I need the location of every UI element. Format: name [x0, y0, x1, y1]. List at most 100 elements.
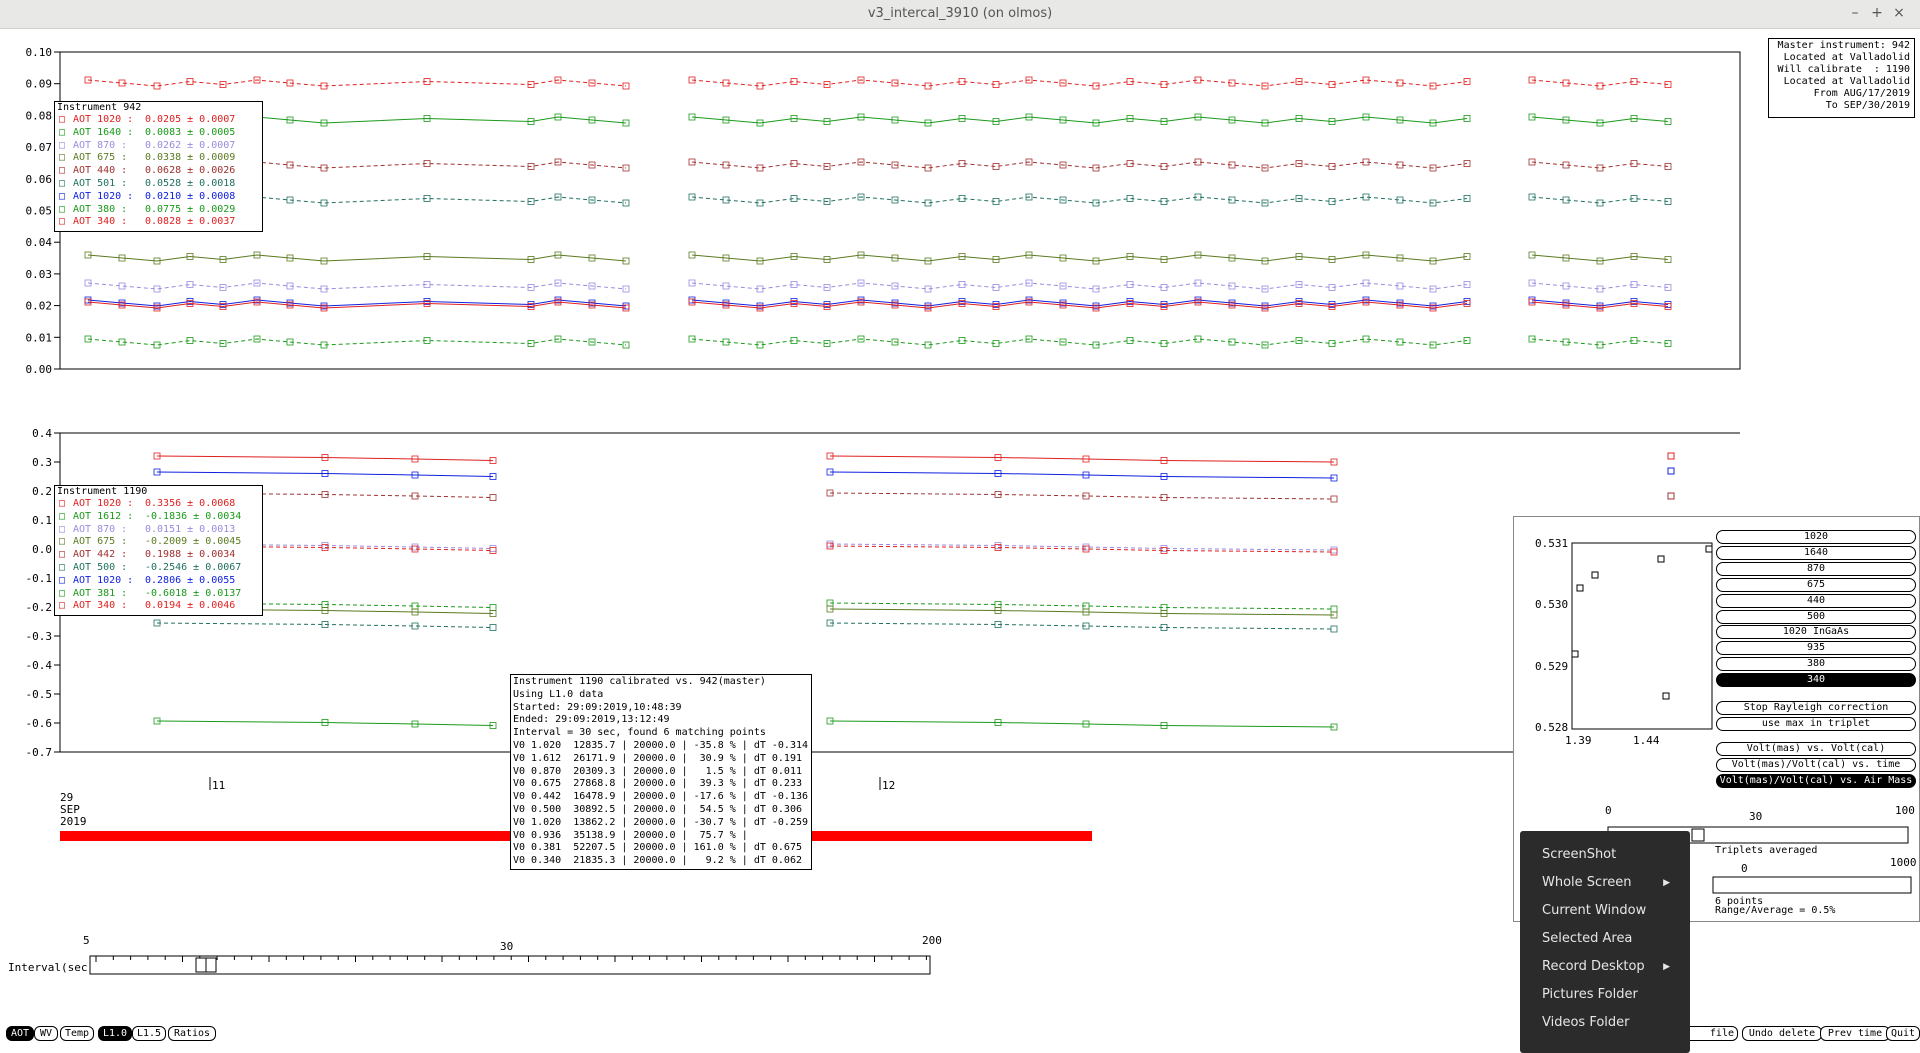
legend-marker-icon: □ [59, 561, 66, 573]
prev-time-button[interactable]: Prev time [1820, 1026, 1890, 1041]
use-max-triplet-button[interactable]: use max in triplet [1716, 717, 1916, 731]
legend-marker-icon: □ [59, 126, 66, 138]
interval-slider[interactable]: 5 30 200 Interval(sec) [8, 934, 942, 975]
menu-item-videos-folder[interactable]: Videos Folder [1542, 1012, 1682, 1034]
y-tick-label: 0.08 [26, 109, 53, 122]
mode-ratio-vs-airmass-button[interactable]: Volt(mas)/Volt(cal) vs. Air Mass [1716, 774, 1916, 788]
legend-marker-icon: □ [59, 114, 66, 125]
y-tick-label: 0.03 [26, 268, 53, 281]
y-tick-label: -0.6 [26, 717, 53, 730]
wavelength-button[interactable]: 870 [1716, 561, 1916, 576]
legend-marker-icon: □ [59, 600, 66, 612]
legend-label: AOT 340 : [73, 600, 128, 612]
legend-entry: □ AOT 381 : -0.6018 ± 0.0137 [55, 588, 262, 601]
y-tick-label: -0.5 [26, 688, 53, 701]
menu-item-selected-area[interactable]: Selected Area [1542, 928, 1682, 950]
legend-entry: □ AOT 501 : 0.0528 ± 0.0018 [55, 178, 262, 191]
legend-entry: □ AOT 500 : -0.2546 ± 0.0067 [55, 562, 262, 575]
mini-plot-ytick: 0.528 [1535, 721, 1568, 734]
wavelength-button[interactable]: 1640 [1716, 545, 1916, 560]
menu-item-screenshot[interactable]: ScreenShot [1542, 844, 1682, 866]
legend-marker-icon: □ [59, 523, 66, 535]
calibration-line: Instrument 1190 calibrated vs. 942(maste… [513, 676, 766, 687]
l15-button[interactable]: L1.5 [132, 1026, 166, 1041]
legend-value: 0.2806 ± 0.0055 [145, 574, 236, 586]
legend-label: AOT 440 : [73, 165, 128, 177]
aot-series-line [829, 622, 1335, 630]
legend-marker-icon: □ [59, 177, 66, 189]
triplet-min: 0 [1605, 804, 1612, 817]
temp-button[interactable]: Temp [60, 1026, 94, 1041]
top-aot-plot[interactable]: 0.10 0.09 0.08 0.07 0.06 0.05 0.04 0.03 0.02 0.01… [26, 46, 1741, 376]
triplet-slider-handle[interactable] [1691, 828, 1705, 842]
legend-marker-icon: □ [59, 190, 66, 202]
submenu-arrow-icon: ▶ [1663, 878, 1670, 888]
legend-label: AOT 1020 : [73, 114, 134, 125]
undo-delete-button[interactable]: Undo delete [1742, 1026, 1822, 1041]
bottom-aot-plot[interactable]: 0.4 0.3 0.2 0.1 0.0 -0.1 -0.2 -0.3 -0.4 -0.5 -0.6 -… [26, 427, 1741, 759]
aot-series-line [829, 492, 1335, 500]
l10-button[interactable]: L1.0 [98, 1026, 132, 1041]
aot-series-line [691, 254, 1468, 262]
mini-plot[interactable]: 0.531 0.530 0.529 0.528 1.39 1.44 [1513, 516, 1723, 756]
y-tick-label: 0.1 [32, 514, 52, 527]
legend-entry: □ AOT 870 : 0.0262 ± 0.0007 [55, 140, 262, 153]
calibration-line: V0 0.870 20309.3 | 20000.0 | 1.5 % | dT … [513, 765, 802, 777]
y-tick-label: 0.04 [26, 236, 53, 249]
info-line: Located at Valladolid [1783, 52, 1910, 63]
wavelength-button[interactable]: 340 [1716, 673, 1916, 688]
y-tick-label: -0.7 [26, 746, 53, 759]
wv-button[interactable]: WV [34, 1026, 58, 1041]
menu-item-whole-screen[interactable]: Whole Screen ▶ [1542, 872, 1682, 894]
legend-value: 0.0338 ± 0.0009 [145, 152, 236, 164]
y-tick-label: -0.4 [26, 659, 53, 672]
menu-item-record-desktop[interactable]: Record Desktop ▶ [1542, 956, 1682, 978]
menu-item-pictures-folder[interactable]: Pictures Folder [1542, 984, 1682, 1006]
legend-entry: □ AOT 442 : 0.1988 ± 0.0034 [55, 549, 262, 562]
wavelength-button[interactable]: 675 [1716, 577, 1916, 592]
mode-volt-vs-volt-button[interactable]: Volt(mas) vs. Volt(cal) [1716, 742, 1916, 756]
y-tick-label: 0.07 [26, 141, 53, 154]
interval-mid-label: 30 [500, 940, 513, 953]
legend-value: 0.0628 ± 0.0026 [145, 165, 236, 177]
mini-plot-ytick: 0.529 [1535, 660, 1568, 673]
wavelength-button[interactable]: 935 [1716, 641, 1916, 656]
legend-label: AOT 1020 : [73, 190, 134, 202]
legend-marker-icon: □ [59, 574, 66, 586]
legend-label: AOT 1020 : [73, 498, 134, 509]
calibration-line: V0 0.500 30892.5 | 20000.0 | 54.5 % | dT… [513, 803, 802, 815]
aot-series-point [1667, 492, 1675, 500]
top-plot-series [84, 76, 1672, 349]
wavelength-button[interactable]: 440 [1716, 593, 1916, 608]
top-legend: Instrument 942 □ AOT 1020 : 0.0205 ± 0.000… [54, 101, 263, 232]
calibration-line: V0 0.675 27868.8 | 20000.0 | 39.3 % | dT… [513, 778, 802, 790]
legend-value: 0.0083 ± 0.0005 [145, 126, 236, 138]
aot-series-line [691, 282, 1468, 290]
legend-value: 0.1988 ± 0.0034 [145, 549, 236, 561]
calibration-line: Started: 29:09:2019,10:48:39 [513, 701, 682, 713]
range-slider-track[interactable] [1712, 876, 1912, 894]
wavelength-button[interactable]: 1020 [1716, 530, 1916, 544]
legend-value: 0.3356 ± 0.0068 [145, 498, 236, 509]
ratios-button[interactable]: Ratios [168, 1026, 216, 1041]
interval-label: Interval(sec) [8, 961, 94, 974]
stop-rayleigh-button[interactable]: Stop Rayleigh correction [1716, 701, 1916, 715]
menu-item-current-window[interactable]: Current Window [1542, 900, 1682, 922]
screenshot-context-menu[interactable]: ScreenShot Whole Screen ▶ Current Window … [1520, 831, 1690, 1053]
wavelength-button[interactable]: 380 [1716, 657, 1916, 672]
wavelength-button[interactable]: 1020 InGaAs [1716, 625, 1916, 640]
aot-series-line [87, 299, 627, 307]
calibration-line: V0 0.381 52207.5 | 20000.0 | 161.0 % | d… [513, 842, 802, 854]
wavelength-button[interactable]: 500 [1716, 609, 1916, 624]
legend-label: AOT 1640 : [73, 126, 134, 138]
legend-label: AOT 675 : [73, 152, 128, 164]
aot-button[interactable]: AOT [6, 1026, 34, 1041]
y-tick-label: -0.2 [26, 601, 53, 614]
interval-max-label: 200 [922, 934, 942, 947]
aot-series-point [1667, 452, 1675, 460]
quit-button[interactable]: Quit [1886, 1026, 1920, 1041]
mode-ratio-vs-time-button[interactable]: Volt(mas)/Volt(cal) vs. time [1716, 758, 1916, 772]
legend-entry: □ AOT 1020 : 0.3356 ± 0.0068 [55, 498, 262, 511]
legend-entry: □ AOT 1020 : 0.0205 ± 0.0007 [55, 114, 262, 127]
calibration-line: V0 1.612 26171.9 | 20000.0 | 30.9 % | dT… [513, 752, 802, 764]
